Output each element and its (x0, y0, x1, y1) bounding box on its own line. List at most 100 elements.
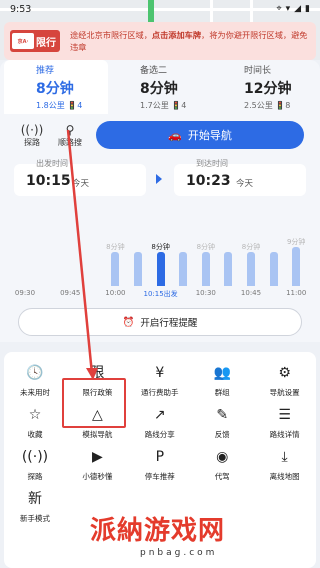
restriction-banner[interactable]: 京A· 限行 途经北京市限行区域，点击添加车牌，将为你避开限行区域，避免违章 (4, 22, 316, 60)
tool-label: 停车推荐 (144, 472, 175, 481)
tool-icon: 🕓 (26, 365, 44, 381)
tool-icon: ▶ (92, 449, 103, 465)
search-icon: ⚲ (65, 122, 75, 137)
tool-label: 未来用时 (20, 388, 50, 397)
chart-x-tick: 09:30 (14, 289, 36, 297)
battery-icon: ▮ (305, 4, 310, 14)
tool-label: 小德秒懂 (82, 472, 113, 481)
watermark-text: 派納游戏网 (90, 516, 226, 546)
search-along-button[interactable]: ⚲ 顺路搜 (54, 123, 86, 148)
tool-item[interactable]: ☆ 收藏 (4, 406, 66, 446)
tool-icon: ☰ (278, 407, 291, 423)
license-plate-icon: 京A· (12, 33, 34, 49)
tool-icon: ¥ (155, 365, 165, 381)
chart-bar[interactable] (201, 252, 210, 286)
signal-icon: ◢ (294, 4, 302, 14)
restriction-badge-label: 限行 (36, 37, 56, 49)
depart-time-box[interactable]: 出发时间 10:15 今天 (14, 159, 146, 196)
tool-label: 新手模式 (20, 514, 50, 523)
tool-label: 探路 (27, 472, 43, 481)
tool-label: 路线分享 (144, 430, 175, 439)
tool-icon: 新 (28, 491, 42, 507)
alarm-clock-icon: ⏰ (122, 316, 135, 328)
status-icons: ⌖ ▾ ◢ ▮ (277, 4, 310, 14)
tool-label: 路线详情 (269, 430, 300, 439)
chart-x-tick: 10:30 (195, 289, 216, 297)
tool-item[interactable]: ☰ 路线详情 (254, 406, 316, 446)
tool-icon: 👥 (213, 365, 231, 381)
chart-value-label: 8分钟 (151, 243, 170, 251)
chart-bar[interactable] (111, 252, 120, 286)
chart-bar[interactable] (134, 252, 142, 286)
chart-value-label: 8分钟 (106, 243, 125, 251)
chart-bar[interactable] (156, 252, 165, 286)
tool-item[interactable]: ↗ 路线分享 (129, 406, 191, 446)
chart-bar[interactable] (224, 252, 233, 286)
tool-icon: ✎ (216, 407, 229, 423)
trip-reminder-button[interactable]: ⏰ 开启行程提醒 (18, 308, 302, 336)
chart-value-label: 8分钟 (241, 243, 261, 251)
route-option-alt2[interactable]: 备选二 8分钟 1.7公里 🚦4 (108, 60, 212, 114)
arrive-time-box[interactable]: 到达时间 10:23 今天 (174, 159, 306, 196)
car-icon: 🚗 (168, 128, 182, 142)
chart-bar[interactable] (292, 246, 301, 286)
tool-icon: 限 (90, 365, 105, 381)
tool-label: 群组 (214, 388, 230, 397)
tool-label: 限行政策 (82, 388, 113, 397)
departure-time-chart[interactable]: 8分钟 8分钟 8分钟 8分钟 9分钟 09:30 09:45 10:00 10:15出发 10:… (0, 198, 320, 299)
chart-x-tick: 10:45 (240, 289, 262, 297)
tool-item[interactable]: ◉ 代驾 (191, 448, 253, 488)
tool-label: 离线地图 (269, 472, 300, 481)
depart-time: 10:15 (26, 173, 71, 189)
tool-label: 通行费助手 (141, 388, 179, 397)
tool-item[interactable]: 限限行政策 (66, 364, 128, 404)
location-icon: ⌖ (276, 4, 282, 14)
arrive-time: 10:23 (186, 173, 231, 189)
tool-icon: ☆ (28, 407, 42, 423)
tool-label: 模拟导航 (82, 430, 113, 439)
tool-icon: ◉ (216, 449, 229, 465)
watermark: 派納游戏网 pnbag.com (80, 510, 320, 562)
add-plate-link[interactable]: 点击添加车牌 (152, 30, 201, 40)
chart-bar[interactable] (179, 252, 188, 286)
time-selector: 出发时间 10:15 今天 到达时间 10:23 今天 (0, 159, 320, 196)
tool-label: 导航设置 (269, 388, 300, 397)
status-time: 9:53 (10, 3, 32, 15)
tool-item[interactable]: P 停车推荐 (129, 448, 191, 488)
route-option-recommended[interactable]: 推荐 8分钟 1.8公里 🚦4 (4, 60, 108, 114)
route-option-longer[interactable]: 时间长 12分钟 2.5公里 🚦8 (212, 60, 316, 114)
tool-item[interactable]: 新新手模式 (4, 490, 66, 530)
tool-item[interactable]: △ 模拟导航 (66, 406, 128, 446)
route-panel: 推荐 8分钟 1.8公里 🚦4 备选二 8分钟 1.7公里 🚦4 时间长 12分… (0, 60, 320, 342)
tool-item[interactable]: ✎ 反馈 (191, 406, 253, 446)
chart-x-tick: 11:00 (286, 289, 307, 297)
tool-item[interactable]: ⚙ 导航设置 (254, 364, 316, 404)
tool-icon: ⚙ (278, 365, 291, 381)
tool-item[interactable]: 🕓 未来用时 (4, 364, 66, 404)
tool-item[interactable]: ▶ 小德秒懂 (66, 448, 128, 488)
explore-button[interactable]: ((·)) 探路 (16, 123, 48, 148)
route-actions: ((·)) 探路 ⚲ 顺路搜 🚗 开始导航 (0, 118, 320, 152)
tool-item[interactable]: 👥 群组 (191, 364, 253, 404)
tool-item[interactable]: ¥ 通行费助手 (129, 364, 191, 404)
tool-item[interactable]: ((·)) 探路 (4, 448, 66, 488)
restriction-badge: 京A· 限行 (10, 30, 60, 52)
tool-icon: ⤓ (281, 449, 288, 465)
radar-icon: ((·)) (20, 122, 44, 137)
tool-item[interactable]: ⤓ 离线地图 (254, 448, 316, 488)
chart-x-tick: 10:00 (105, 289, 126, 297)
watermark-url: pnbag.com (140, 548, 218, 558)
tool-icon: ((·)) (21, 449, 49, 465)
wifi-icon: ▾ (285, 4, 291, 14)
restriction-message: 途经北京市限行区域，点击添加车牌，将为你避开限行区域，避免违章 (70, 30, 308, 52)
chart-value-label: 9分钟 (286, 237, 306, 246)
tool-label: 反馈 (214, 430, 230, 439)
chart-bar[interactable] (269, 252, 278, 286)
start-navigation-button[interactable]: 🚗 开始导航 (96, 121, 304, 149)
tool-icon: P (155, 449, 165, 465)
tool-icon: ↗ (153, 407, 166, 423)
chart-bar[interactable] (247, 252, 255, 286)
tool-label: 代驾 (214, 472, 230, 481)
chart-x-tick: 09:45 (60, 289, 81, 297)
chart-value-label: 8分钟 (196, 243, 216, 251)
